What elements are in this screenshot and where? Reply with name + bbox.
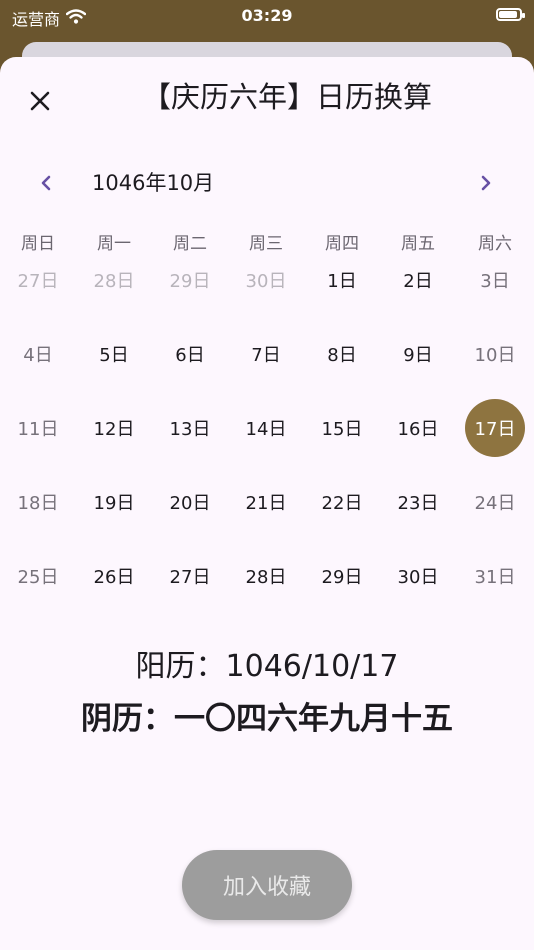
- month-label[interactable]: 1046年10月: [92, 167, 214, 199]
- day-grid: 27日 28日 29日 30日 1日 2日 3日 4日 5日 6日 7日 8日 9日 10日 11日 12日 1…: [0, 251, 534, 621]
- close-button[interactable]: [22, 83, 58, 119]
- day-cell[interactable]: 29日: [160, 251, 220, 309]
- day-cell[interactable]: 30日: [236, 251, 296, 309]
- next-month-button[interactable]: [472, 169, 500, 197]
- add-favorite-button[interactable]: 加入收藏: [182, 850, 352, 920]
- day-cell[interactable]: 2日: [388, 251, 448, 309]
- day-cell[interactable]: 27日: [160, 547, 220, 605]
- day-cell[interactable]: 31日: [465, 547, 525, 605]
- day-cell[interactable]: 7日: [236, 325, 296, 383]
- solar-date: 阳历：1046/10/17: [135, 649, 399, 684]
- day-cell[interactable]: 20日: [160, 473, 220, 531]
- day-cell-selected[interactable]: 17日: [465, 399, 525, 457]
- day-cell[interactable]: 30日: [388, 547, 448, 605]
- chevron-left-icon: [41, 175, 51, 191]
- page-title: 【庆历六年】日历换算: [141, 80, 432, 114]
- lunar-date: 阴历：一〇四六年九月十五: [81, 701, 453, 737]
- day-cell[interactable]: 13日: [160, 399, 220, 457]
- day-cell[interactable]: 10日: [465, 325, 525, 383]
- day-cell[interactable]: 24日: [465, 473, 525, 531]
- day-cell[interactable]: 14日: [236, 399, 296, 457]
- day-cell[interactable]: 25日: [8, 547, 68, 605]
- day-cell[interactable]: 27日: [8, 251, 68, 309]
- day-cell[interactable]: 6日: [160, 325, 220, 383]
- day-cell[interactable]: 8日: [312, 325, 372, 383]
- month-navigation: 1046年10月: [0, 165, 534, 201]
- day-cell[interactable]: 9日: [388, 325, 448, 383]
- day-cell[interactable]: 23日: [388, 473, 448, 531]
- day-cell[interactable]: 16日: [388, 399, 448, 457]
- status-bar: 运营商 03:29: [0, 0, 534, 34]
- day-cell[interactable]: 19日: [84, 473, 144, 531]
- chevron-right-icon: [481, 175, 491, 191]
- status-time: 03:29: [241, 6, 293, 25]
- day-cell[interactable]: 29日: [312, 547, 372, 605]
- battery-icon: [496, 8, 525, 21]
- day-cell[interactable]: 15日: [312, 399, 372, 457]
- day-cell[interactable]: 22日: [312, 473, 372, 531]
- day-cell[interactable]: 28日: [236, 547, 296, 605]
- day-cell[interactable]: 18日: [8, 473, 68, 531]
- close-icon: [30, 91, 50, 111]
- day-cell[interactable]: 4日: [8, 325, 68, 383]
- calendar-sheet: 【庆历六年】日历换算 1046年10月 周日 周一 周二 周三 周四 周五 周六 27日 28…: [0, 57, 534, 950]
- day-cell[interactable]: 26日: [84, 547, 144, 605]
- prev-month-button[interactable]: [32, 169, 60, 197]
- day-cell[interactable]: 28日: [84, 251, 144, 309]
- day-cell[interactable]: 5日: [84, 325, 144, 383]
- day-cell[interactable]: 21日: [236, 473, 296, 531]
- day-cell[interactable]: 12日: [84, 399, 144, 457]
- day-cell[interactable]: 1日: [312, 251, 372, 309]
- day-cell[interactable]: 11日: [8, 399, 68, 457]
- day-cell[interactable]: 3日: [465, 251, 525, 309]
